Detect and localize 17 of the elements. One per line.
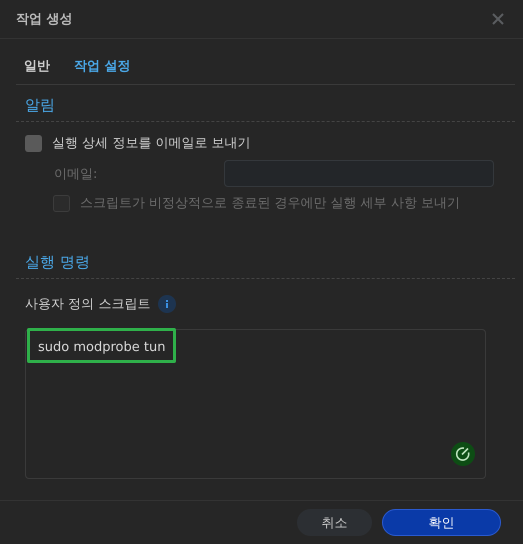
script-text: sudo modprobe tun — [38, 340, 166, 355]
check-icon — [451, 442, 475, 466]
section-heading: 실행 명령 — [16, 242, 515, 279]
field-label: 이메일: — [54, 166, 98, 182]
info-icon[interactable] — [158, 295, 176, 313]
close-icon[interactable] — [492, 13, 504, 25]
dialog-button[interactable]: 취소 — [297, 509, 372, 536]
tab[interactable]: 일반 — [16, 53, 58, 79]
window-title: 작업 생성 — [16, 11, 73, 28]
checkbox[interactable] — [25, 134, 42, 152]
section-heading: 알림 — [16, 85, 515, 122]
checkbox-label: 스크립트가 비정상적으로 종료된 경우에만 실행 세부 사항 보내기 — [80, 195, 460, 212]
field-label: 사용자 정의 스크립트 — [25, 296, 150, 313]
script-field[interactable]: sudo modprobe tun — [25, 329, 486, 479]
checkbox-label: 실행 상세 정보를 이메일로 보내기 — [52, 135, 251, 152]
dialog-button[interactable]: 확인 — [382, 509, 501, 536]
tab[interactable]: 작업 설정 — [66, 53, 139, 79]
